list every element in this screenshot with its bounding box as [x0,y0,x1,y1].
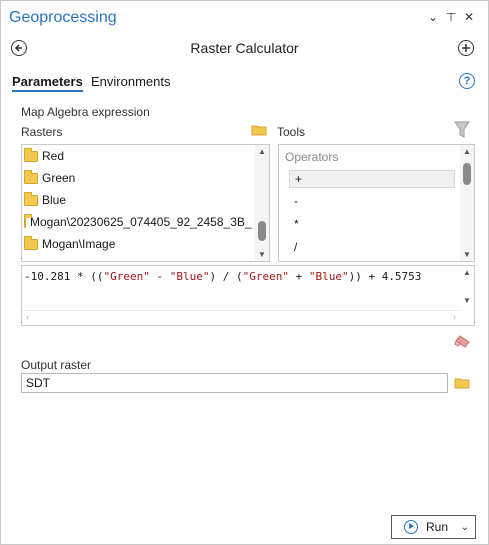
add-plus-icon[interactable] [458,40,474,56]
filter-funnel-icon[interactable] [454,121,470,142]
operator-minus[interactable]: - [289,192,455,210]
expression-editor[interactable]: -10.281 * (("Green" - "Blue") / ("Green"… [21,265,475,326]
scroll-left-icon[interactable]: ‹ [26,312,29,322]
list-item[interactable]: Mogan\Image [24,233,115,255]
tools-label: Tools [277,125,306,139]
expression-hscroll[interactable]: ‹ › [22,310,460,325]
expression-vscroll[interactable]: ▲ ▼ [460,266,474,311]
folder-icon [24,213,32,228]
pane-title: Geoprocessing [9,9,117,26]
operator-divide[interactable]: / [289,238,455,256]
operators-scrollbar[interactable]: ▲ ▼ [460,145,474,261]
output-raster-label: Output raster [21,358,92,372]
operator-multiply[interactable]: * [289,215,455,233]
scroll-thumb[interactable] [463,163,471,185]
list-item[interactable]: Mogan\20230625_074405_92_2458_3B_udm2 [24,211,252,233]
folder-icon [24,235,38,250]
pane-options-chevron-icon[interactable]: ⌄ [426,10,440,24]
scroll-up-icon[interactable]: ▲ [460,147,474,156]
list-item[interactable]: Green [24,167,75,189]
scroll-right-icon[interactable]: › [453,312,456,322]
browse-folder-icon[interactable] [251,124,267,139]
rasters-scrollbar[interactable]: ▲ ▼ [255,145,269,261]
tool-title: Raster Calculator [190,40,299,56]
expression-text[interactable]: -10.281 * (("Green" - "Blue") / ("Green"… [24,270,421,283]
folder-icon [24,169,38,184]
run-play-icon [404,520,418,534]
list-item[interactable]: Blue [24,189,66,211]
scroll-down-icon[interactable]: ▼ [460,250,474,259]
rasters-label: Rasters [21,125,63,139]
folder-icon [24,147,38,162]
scroll-thumb[interactable] [258,221,266,241]
tab-parameters[interactable]: Parameters [12,74,83,92]
browse-output-folder-icon[interactable] [454,377,470,392]
operators-placeholder: Operators [285,150,339,164]
help-icon[interactable]: ? [459,73,475,89]
scroll-down-icon[interactable]: ▼ [460,296,474,305]
operator-plus[interactable]: + [289,170,455,188]
run-button[interactable]: Run ⌄ [391,515,476,539]
scroll-down-icon[interactable]: ▼ [255,250,269,259]
chevron-down-icon[interactable]: ⌄ [461,522,469,533]
map-algebra-label: Map Algebra expression [21,105,150,119]
eraser-icon[interactable] [454,335,470,351]
output-raster-field[interactable]: SDT [21,373,448,393]
folder-icon [24,191,38,206]
rasters-list[interactable]: Red Green Blue Mogan\20230625_074405_92_… [21,144,270,262]
scroll-up-icon[interactable]: ▲ [255,147,269,156]
auto-hide-pin-icon[interactable]: ⊥ [444,10,458,24]
operators-list[interactable]: Operators + - * / ▲ ▼ [278,144,475,262]
close-icon[interactable]: ✕ [462,10,476,24]
tab-environments[interactable]: Environments [91,74,170,89]
list-item[interactable]: Red [24,145,64,167]
scroll-up-icon[interactable]: ▲ [460,268,474,277]
